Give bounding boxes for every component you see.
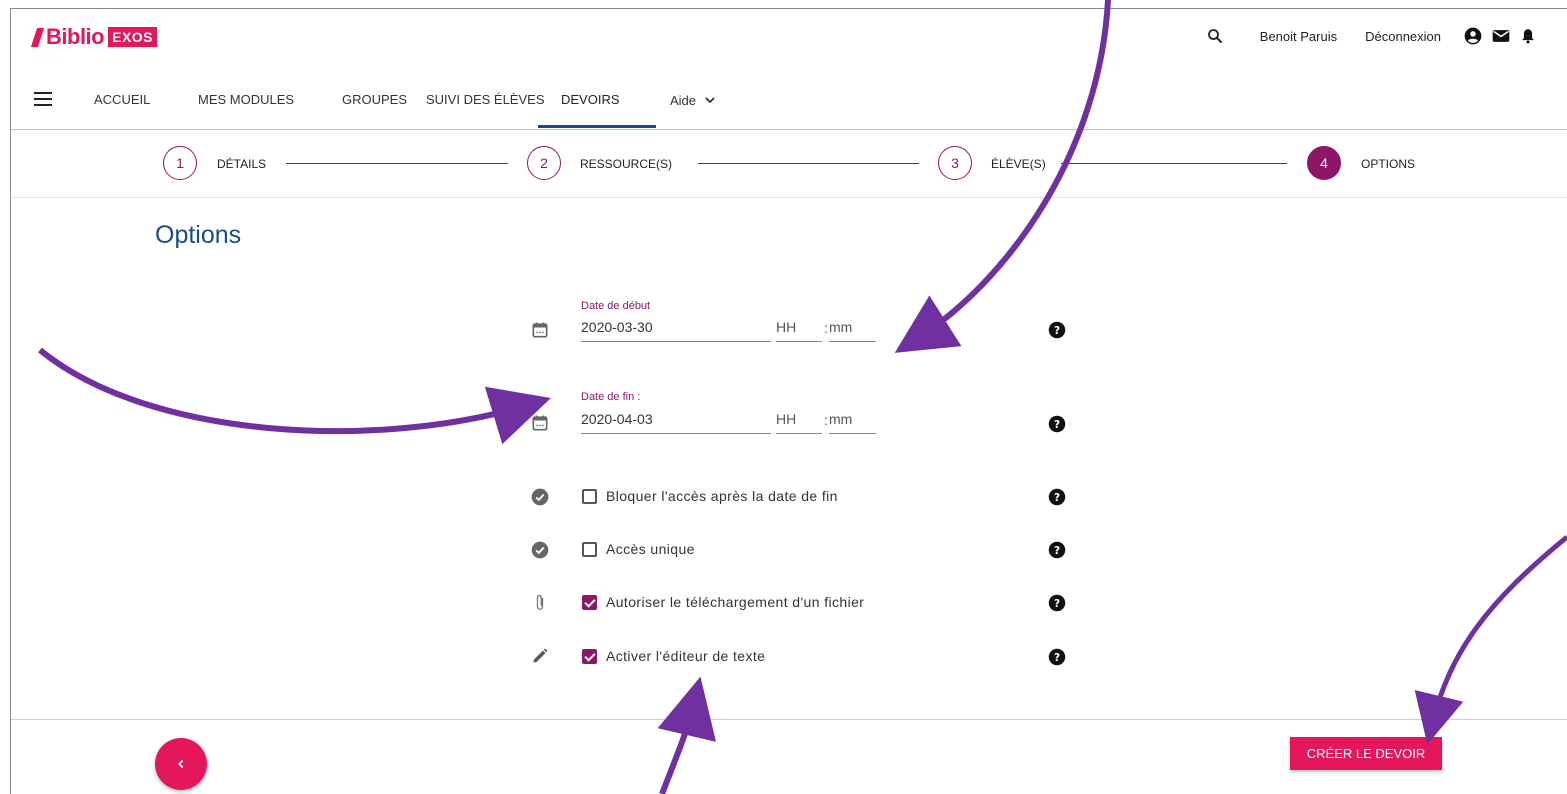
calendar-icon[interactable] — [530, 320, 550, 340]
calendar-icon[interactable] — [530, 413, 550, 433]
end-hour-input[interactable]: HH — [776, 411, 822, 434]
step-1-circle[interactable]: 1 — [163, 146, 197, 180]
enable-editor-checkbox[interactable] — [582, 649, 597, 664]
create-assignment-button[interactable]: CRÉER LE DEVOIR — [1290, 737, 1442, 770]
svg-text:?: ? — [1054, 652, 1060, 664]
enable-editor-label[interactable]: Activer l'éditeur de texte — [606, 648, 765, 664]
step-4-circle[interactable]: 4 — [1307, 146, 1341, 180]
time-colon: : — [824, 320, 828, 336]
allow-upload-label[interactable]: Autoriser le téléchargement d'un fichier — [606, 594, 864, 610]
end-date-label: Date de fin : — [581, 391, 641, 403]
page-title: Options — [155, 221, 242, 249]
back-button[interactable] — [155, 738, 207, 790]
end-date-input[interactable]: 2020-04-03 — [581, 411, 771, 434]
start-hour-input[interactable]: HH — [776, 319, 822, 342]
step-1-label[interactable]: DÉTAILS — [217, 157, 266, 171]
search-icon[interactable] — [1206, 27, 1224, 45]
user-name-link[interactable]: Benoit Paruis — [1260, 29, 1337, 44]
step-3-label[interactable]: ÉLÈVE(S) — [991, 157, 1046, 171]
svg-text:?: ? — [1054, 598, 1060, 610]
header-actions: Benoit Paruis Déconnexion — [1206, 26, 1537, 46]
stepper: 1 DÉTAILS 2 RESSOURCE(S) 3 ÉLÈVE(S) 4 OP… — [11, 130, 1567, 198]
help-icon[interactable]: ? — [1048, 541, 1066, 559]
step-2-circle[interactable]: 2 — [527, 146, 561, 180]
svg-text:?: ? — [1054, 419, 1060, 431]
check-circle-icon — [530, 487, 550, 507]
aide-label: Aide — [670, 92, 697, 108]
main-nav: ACCUEIL MES MODULES GROUPES SUIVI DES ÉL… — [34, 82, 1567, 130]
step-connector — [698, 163, 919, 164]
nav-item-accueil[interactable]: ACCUEIL — [94, 92, 150, 107]
start-date-label: Date de début — [581, 300, 651, 312]
step-3-circle[interactable]: 3 — [938, 146, 972, 180]
hamburger-menu-icon[interactable] — [34, 92, 52, 110]
step-4-label[interactable]: OPTIONS — [1361, 157, 1415, 171]
bell-icon[interactable] — [1519, 26, 1537, 46]
active-tab-indicator — [538, 125, 656, 128]
help-icon[interactable]: ? — [1048, 648, 1066, 666]
time-colon: : — [824, 412, 828, 428]
nav-item-groupes[interactable]: GROUPES — [342, 92, 407, 107]
footer-divider — [11, 719, 1567, 720]
start-date-input[interactable]: 2020-03-30 — [581, 319, 771, 342]
chevron-down-icon — [705, 97, 715, 104]
logout-link[interactable]: Déconnexion — [1365, 29, 1441, 44]
chevron-left-icon — [178, 759, 184, 769]
account-circle-icon[interactable] — [1463, 26, 1483, 46]
single-access-label[interactable]: Accès unique — [606, 541, 695, 557]
help-icon[interactable]: ? — [1048, 594, 1066, 612]
single-access-checkbox[interactable] — [582, 542, 597, 557]
allow-upload-checkbox[interactable] — [582, 595, 597, 610]
nav-item-aide[interactable]: Aide — [670, 92, 718, 108]
logo-text: Biblio — [46, 24, 105, 49]
step-2-label[interactable]: RESSOURCE(S) — [580, 157, 672, 171]
biblio-exos-logo[interactable]: Biblio EXOS — [30, 24, 158, 49]
svg-text:?: ? — [1054, 325, 1060, 337]
nav-item-mes-modules[interactable]: MES MODULES — [198, 92, 294, 107]
help-icon[interactable]: ? — [1048, 321, 1066, 339]
block-access-checkbox[interactable] — [582, 489, 597, 504]
step-connector — [286, 163, 508, 164]
help-icon[interactable]: ? — [1048, 488, 1066, 506]
block-access-label[interactable]: Bloquer l'accès après la date de fin — [606, 488, 838, 504]
pencil-icon — [530, 646, 550, 666]
logo-badge: EXOS — [108, 27, 158, 47]
paperclip-icon — [530, 592, 550, 614]
nav-item-devoirs[interactable]: DEVOIRS — [561, 92, 620, 107]
nav-item-suivi-des-eleves[interactable]: SUIVI DES ÉLÈVES — [426, 92, 545, 107]
end-minute-input[interactable]: mm — [829, 411, 876, 434]
start-minute-input[interactable]: mm — [829, 319, 876, 342]
svg-text:?: ? — [1054, 545, 1060, 557]
mail-icon[interactable] — [1491, 26, 1511, 46]
step-connector — [1061, 163, 1287, 164]
svg-text:?: ? — [1054, 492, 1060, 504]
help-icon[interactable]: ? — [1048, 415, 1066, 433]
check-circle-icon — [530, 540, 550, 560]
